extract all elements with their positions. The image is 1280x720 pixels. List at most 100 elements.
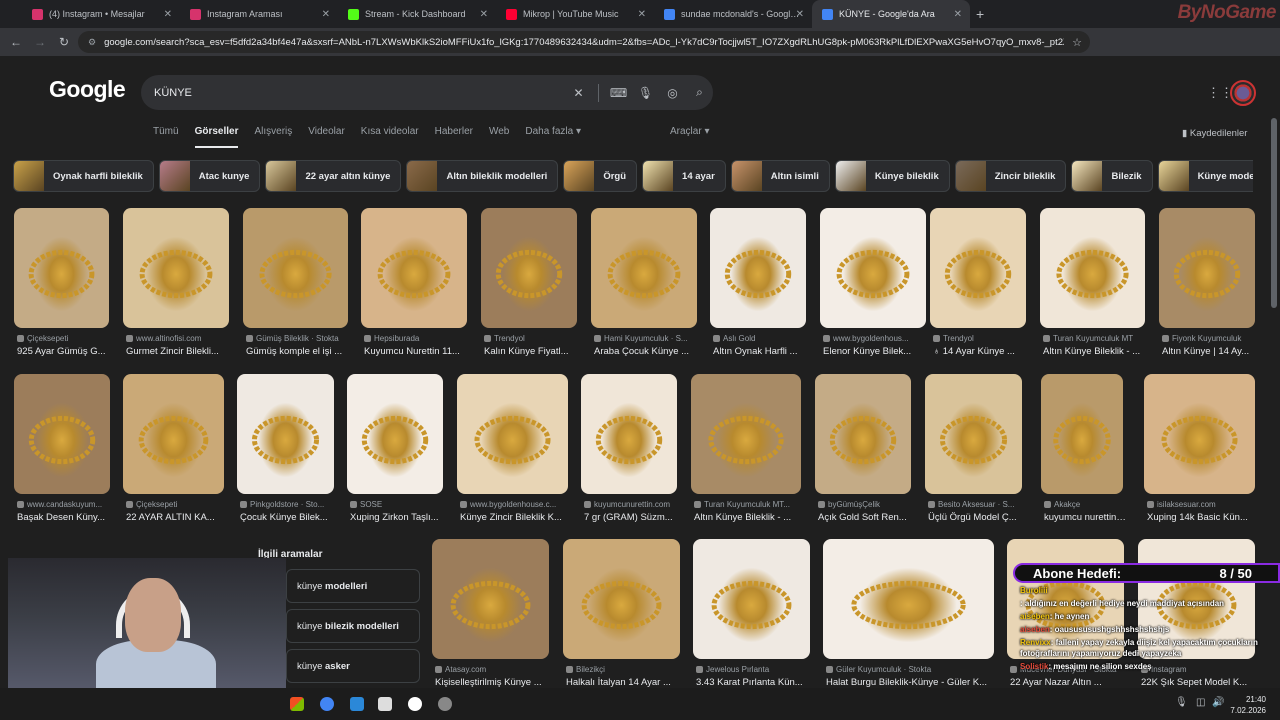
image-result[interactable]: Çiçeksepeti 925 Ayar Gümüş G... [14,208,109,366]
search-box[interactable]: KÜNYE ✕ ⌨ 🎙 ◎ ⌕ [141,75,713,110]
lens-icon[interactable]: ◎ [659,86,686,100]
image-result[interactable]: Trendyol ♁ 14 Ayar Künye ... [930,208,1026,366]
result-thumbnail[interactable] [693,539,810,659]
result-thumbnail[interactable] [1041,374,1123,494]
browser-tab[interactable]: KÜNYE - Google'da Ara ✕ [812,0,970,28]
bookmark-star-icon[interactable]: ☆ [1072,36,1082,49]
result-title[interactable]: 22 Ayar Nazar Altın ... [1010,677,1127,688]
app-icon[interactable] [350,697,364,711]
browser-tab[interactable]: (4) Instagram • Mesajlar ✕ [22,0,180,28]
image-result[interactable]: Bilezikçi Halkalı İtalyan 14 Ayar ... [563,539,680,688]
refine-chip[interactable]: Atac kunye [158,160,261,192]
site-info-icon[interactable]: ⚙ [88,37,96,48]
result-source[interactable]: Trendyol [933,334,1029,343]
browser-tab[interactable]: Stream - Kick Dashboard ✕ [338,0,496,28]
clock[interactable]: 21:40 7.02.2026 [1230,694,1266,716]
tab-close-icon[interactable]: ✕ [796,9,804,20]
result-title[interactable]: Kuyumcu Nurettin 11... [364,346,470,357]
search-tab[interactable]: Tümü [153,126,179,148]
image-result[interactable]: Fiyonk Kuyumculuk Altın Künye | 14 Ay... [1159,208,1255,366]
search-tab[interactable]: Görseller [194,126,239,148]
image-result[interactable]: Turan Kuyumculuk MT Altın Künye Bileklik… [1040,208,1145,366]
result-source[interactable]: Aslı Gold [713,334,809,343]
result-title[interactable]: Kalın Künye Fiyatl... [484,346,580,357]
result-thumbnail[interactable] [123,374,224,494]
scrollbar[interactable] [1271,118,1277,308]
image-result[interactable]: Atasay.com Kişiselleştirilmiş Künye ... [432,539,549,688]
refine-chip[interactable]: 22 ayar altın künye [265,160,402,192]
result-thumbnail[interactable] [14,208,109,328]
image-result[interactable]: www.altinofisi.com Gurmet Zincir Bilekli… [123,208,229,366]
result-source[interactable]: Atasay.com [435,665,552,674]
result-thumbnail[interactable] [1144,374,1255,494]
tools-button[interactable]: Araçlar ▾ [670,126,709,137]
result-title[interactable]: Gurmet Zincir Bilekli... [126,346,232,357]
search-tab[interactable]: Videolar [308,126,345,148]
reload-button[interactable]: ↻ [52,35,76,49]
result-thumbnail[interactable] [1159,208,1255,328]
refine-chip[interactable]: Künye modelleri [1157,160,1253,192]
image-result[interactable]: byGümüşÇelik Açık Gold Soft Ren... [815,374,911,532]
result-thumbnail[interactable] [347,374,443,494]
result-title[interactable]: 3.43 Karat Pırlanta Kün... [696,677,813,688]
result-source[interactable]: Hami Kuyumculuk · S... [594,334,700,343]
result-source[interactable]: Çiçeksepeti [17,334,112,343]
image-result[interactable]: SOSE Xuping Zirkon Taşlı... [347,374,443,532]
google-logo[interactable]: Google [49,76,126,103]
image-result[interactable]: Aslı Gold Altın Oynak Harfli ... [710,208,806,366]
result-thumbnail[interactable] [123,208,229,328]
result-thumbnail[interactable] [591,208,697,328]
result-source[interactable]: Hepsiburada [364,334,470,343]
result-source[interactable]: Çiçeksepeti [126,500,227,509]
result-thumbnail[interactable] [237,374,334,494]
result-source[interactable]: Besito Aksesuar · S... [928,500,1025,509]
clear-icon[interactable]: ✕ [565,86,592,100]
result-source[interactable]: Trendyol [484,334,580,343]
back-button[interactable]: ← [4,35,28,49]
forward-button[interactable]: → [28,35,52,49]
result-thumbnail[interactable] [823,539,994,659]
mic-icon[interactable]: 🎙 [632,86,659,100]
refine-chip[interactable]: Künye bileklik [834,160,950,192]
result-source[interactable]: Jewelous Pırlanta [696,665,813,674]
result-title[interactable]: Altın Künye Bileklik - ... [694,512,804,523]
result-source[interactable]: isilaksesuar.com [1147,500,1258,509]
result-title[interactable]: 925 Ayar Gümüş G... [17,346,112,357]
result-title[interactable]: 22 AYAR ALTIN KA... [126,512,227,523]
image-result[interactable]: Hami Kuyumculuk · S... Araba Çocuk Künye… [591,208,697,366]
browser-tab[interactable]: Instagram Araması ✕ [180,0,338,28]
settings-icon[interactable] [438,697,452,711]
result-title[interactable]: Üçlü Örgü Model Ç... [928,512,1025,523]
image-result[interactable]: Besito Aksesuar · S... Üçlü Örgü Model Ç… [925,374,1022,532]
result-title[interactable]: Başak Desen Küny... [17,512,113,523]
image-result[interactable]: kuyumcunurettin.com 7 gr (GRAM) Süzm... [581,374,677,532]
media-player-icon[interactable] [408,697,422,711]
image-result[interactable]: Hepsiburada Kuyumcu Nurettin 11... [361,208,467,366]
result-source[interactable]: Turan Kuyumculuk MT... [694,500,804,509]
result-title[interactable]: Künye Zincir Bileklik K... [460,512,571,523]
result-thumbnail[interactable] [815,374,911,494]
search-tab[interactable]: Alışveriş [254,126,292,148]
keyboard-icon[interactable]: ⌨ [605,86,632,100]
result-source[interactable]: www.altinofisi.com [126,334,232,343]
search-tab[interactable]: Web [489,126,509,148]
refine-chip[interactable]: 14 ayar [642,160,726,192]
result-title[interactable]: Gümüş komple el işi ... [246,346,351,357]
refine-chip[interactable]: Örgü [563,160,638,192]
result-title[interactable]: Altın Oynak Harfli ... [713,346,809,357]
result-title[interactable]: kuyumcu nurettin 1... [1044,512,1126,523]
files-icon[interactable] [378,697,392,711]
image-result[interactable]: Jewelous Pırlanta 3.43 Karat Pırlanta Kü… [693,539,810,688]
refine-chip[interactable]: Bilezik [1071,160,1153,192]
image-result[interactable]: Trendyol Kalın Künye Fiyatl... [481,208,577,366]
result-thumbnail[interactable] [1040,208,1145,328]
result-source[interactable]: www.candaskuyum... [17,500,113,509]
tab-close-icon[interactable]: ✕ [322,9,330,20]
saved-button[interactable]: ▮ Kaydedilenler [1182,128,1247,139]
result-source[interactable]: Bilezikçi [566,665,683,674]
mic-tray-icon[interactable]: 🎙 [1175,697,1188,708]
image-result[interactable]: www.bygoldenhouse.c... Künye Zincir Bile… [457,374,568,532]
tab-close-icon[interactable]: ✕ [480,9,488,20]
search-tab[interactable]: Daha fazla ▾ [525,126,581,148]
result-thumbnail[interactable] [930,208,1026,328]
